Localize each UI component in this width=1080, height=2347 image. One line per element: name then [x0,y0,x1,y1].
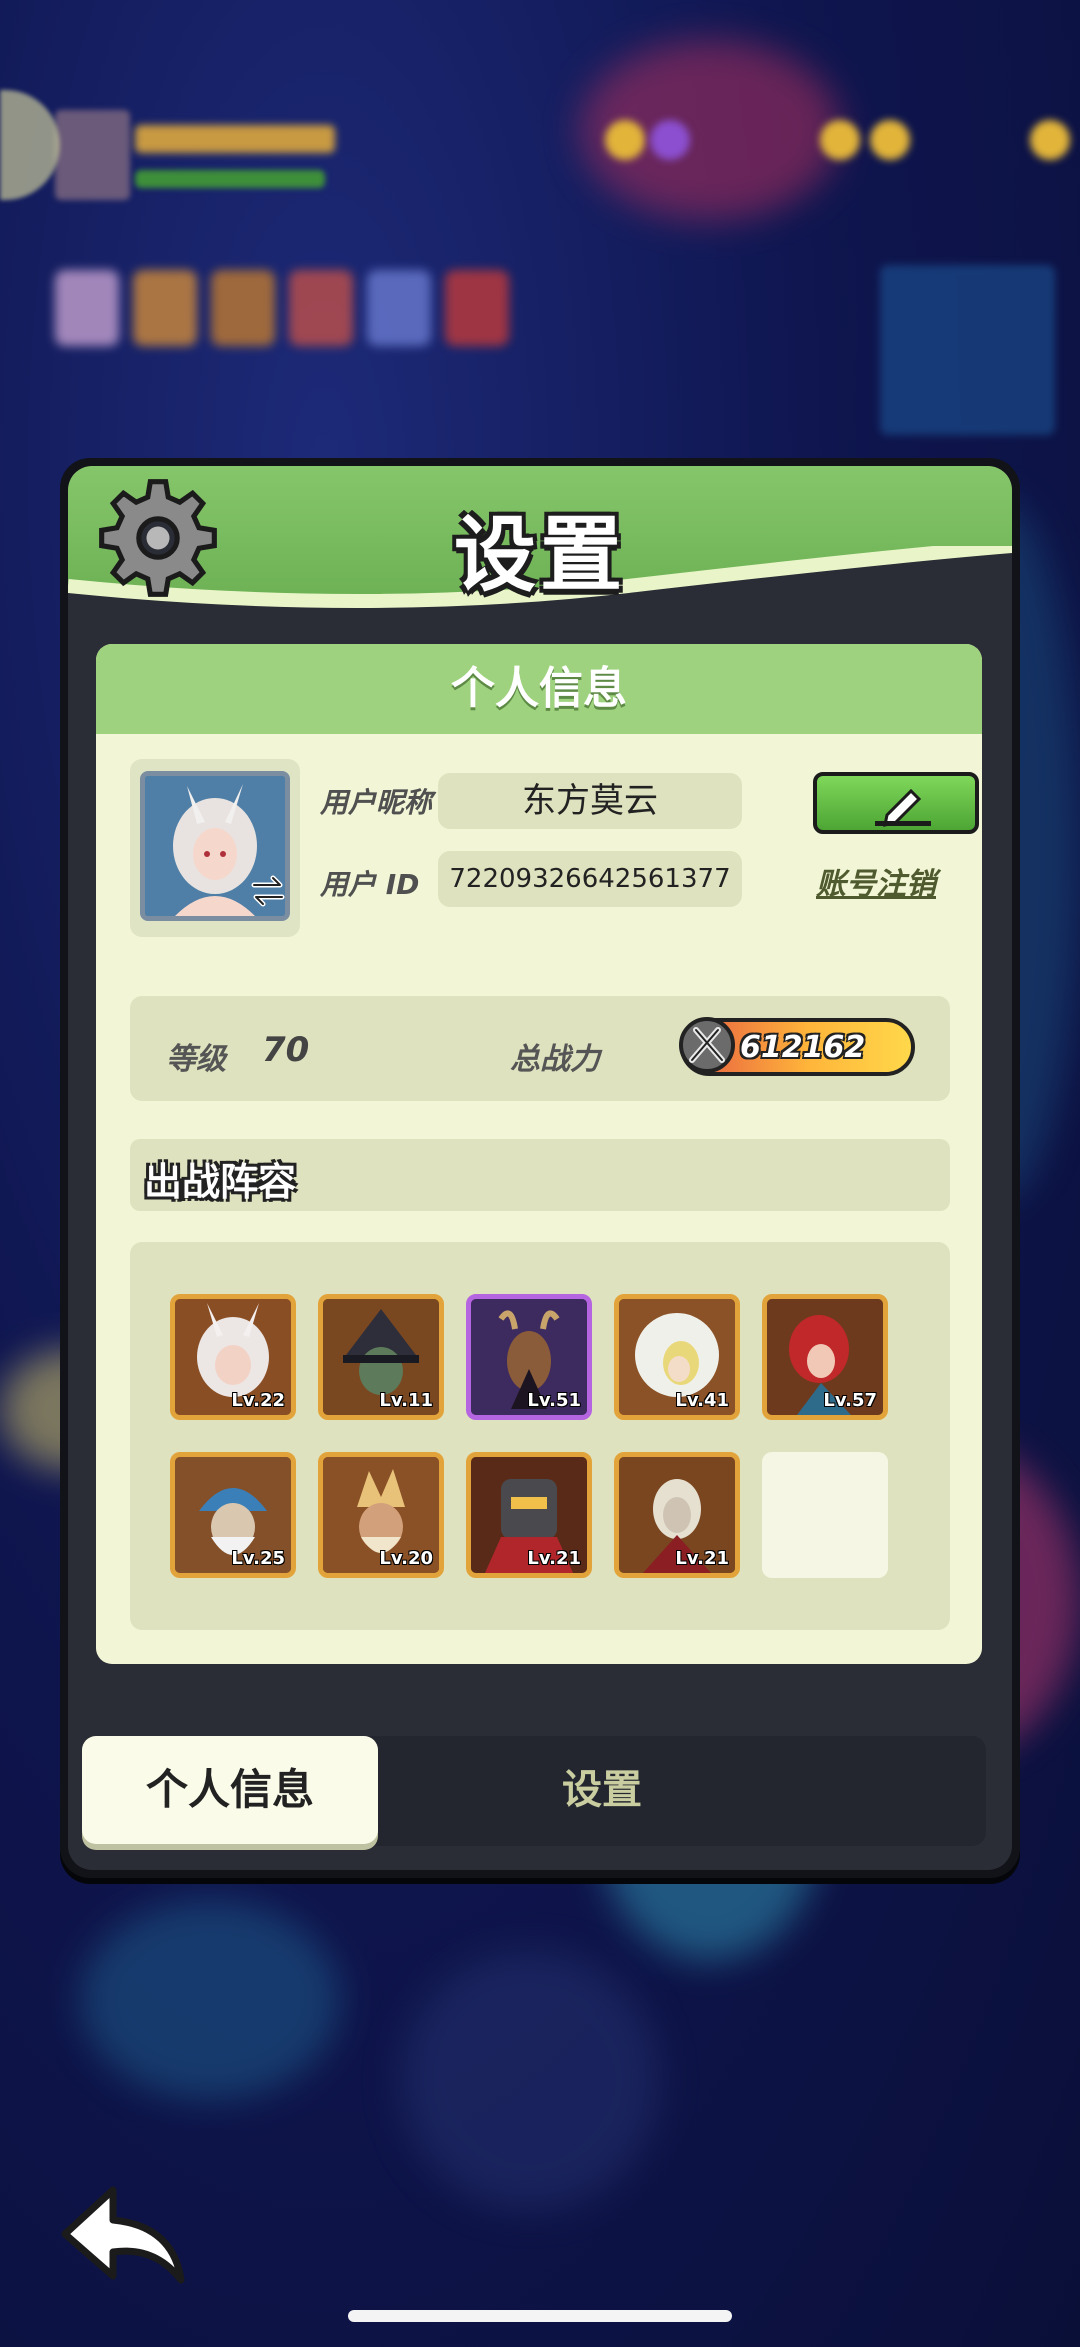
coin-icon [1030,120,1070,160]
hero-level: Lv.21 [675,1548,729,1569]
settings-dialog: 设置 个人信息 用户昵称 东方莫云 用户 ID 7220932664256137… [60,458,1020,1878]
hero-slot[interactable]: Lv.57 [762,1294,888,1420]
hero-slot[interactable]: Lv.51 [466,1294,592,1420]
crossed-swords-icon [679,1017,735,1073]
total-power-badge: 612162 [679,1017,915,1076]
personal-info-heading: 个人信息 [96,644,982,734]
event-icon[interactable] [211,270,275,346]
level-value: 70 [262,1030,310,1070]
hero-level: Lv.22 [231,1390,285,1411]
event-icon[interactable] [133,270,197,346]
coin-icon [820,120,860,160]
back-arrow-icon[interactable] [55,2180,195,2290]
hero-level: Lv.21 [527,1548,581,1569]
tab-bar: 个人信息 设置 [82,1736,986,1846]
stats-row: 等级 70 总战力 612162 [130,996,950,1101]
hero-level: Lv.11 [379,1390,433,1411]
minimap[interactable] [880,265,1055,435]
hero-level: Lv.41 [675,1390,729,1411]
level-label: 等级 [166,1042,226,1077]
event-icon[interactable] [55,270,119,346]
user-id-label: 用户 ID [320,868,420,901]
nickname-field: 东方莫云 [438,773,742,829]
hero-level: Lv.57 [823,1390,877,1411]
hero-slot[interactable]: Lv.21 [466,1452,592,1578]
event-icons-row [55,270,523,350]
hero-slot[interactable]: Lv.20 [318,1452,444,1578]
dialog-title: 设置 [453,508,626,603]
total-power-value: 612162 [740,1030,866,1065]
event-icon[interactable] [445,270,509,346]
player-avatar-thumb[interactable] [55,110,130,200]
home-indicator[interactable] [348,2310,732,2322]
dialog-header: 设置 [68,466,1012,636]
hero-level: Lv.20 [379,1548,433,1569]
swap-icon[interactable] [248,871,288,911]
personal-info-card: 个人信息 用户昵称 东方莫云 用户 ID 72209326642561377 账… [96,644,982,1664]
avatar-frame[interactable] [130,759,300,937]
lineup-title-text: 出战阵容 [144,1160,297,1204]
nickname-label: 用户昵称 [320,786,433,819]
lineup-heading: 出战阵容 [130,1139,950,1211]
game-hud [0,90,1080,220]
hero-slot[interactable]: Lv.22 [170,1294,296,1420]
exp-bar [135,170,325,188]
account-cancel-link[interactable]: 账号注销 [816,859,936,903]
hero-slot[interactable]: Lv.41 [614,1294,740,1420]
event-icon[interactable] [289,270,353,346]
coin-icon [870,120,910,160]
user-id-field: 72209326642561377 [438,851,742,907]
dialog-body: 设置 个人信息 用户昵称 东方莫云 用户 ID 7220932664256137… [68,466,1012,1870]
hero-slot[interactable]: Lv.25 [170,1452,296,1578]
hero-level: Lv.51 [527,1390,581,1411]
total-power-label: 总战力 [510,1042,600,1077]
profile-row: 用户昵称 东方莫云 用户 ID 72209326642561377 账号注销 [130,759,979,939]
player-name-bar [135,125,335,153]
lineup-grid: Lv.22 Lv.11 Lv.51 Lv.41 Lv.57 Lv.25 Lv.2… [130,1242,950,1630]
coin-icon [605,120,645,160]
hero-slot[interactable]: Lv.11 [318,1294,444,1420]
empty-hero-slot[interactable] [762,1452,888,1578]
hero-level: Lv.25 [231,1548,285,1569]
tab-personal-info[interactable]: 个人信息 [82,1736,378,1844]
hero-slot[interactable]: Lv.21 [614,1452,740,1578]
event-icon[interactable] [367,270,431,346]
tab-settings[interactable]: 设置 [502,1736,702,1844]
gem-icon [650,120,690,160]
edit-nickname-button[interactable] [813,772,979,834]
pencil-icon [875,788,931,827]
